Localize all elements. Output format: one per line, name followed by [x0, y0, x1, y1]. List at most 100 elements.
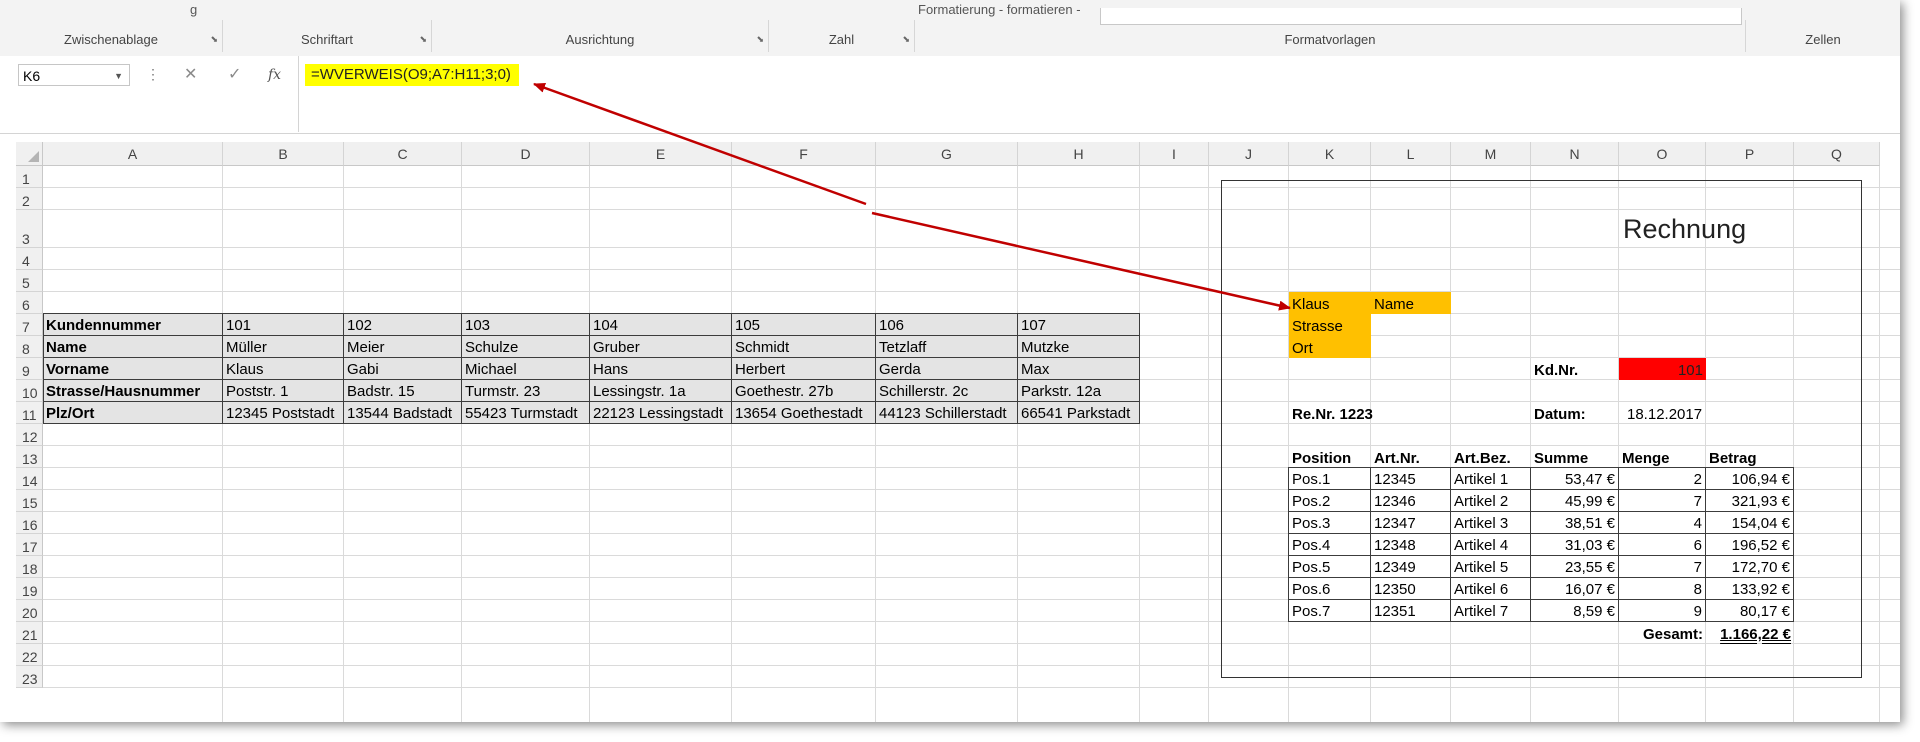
customer-table-cell[interactable]: 44123 Schillerstadt	[876, 402, 1018, 424]
invoice-item-cell[interactable]: Artikel 6	[1451, 578, 1531, 600]
invoice-item-cell[interactable]: 12348	[1371, 534, 1451, 556]
column-header-l[interactable]: L	[1371, 142, 1451, 166]
cancel-icon[interactable]: ✕	[184, 64, 197, 86]
invoice-item-cell[interactable]: 12346	[1371, 490, 1451, 512]
column-header-c[interactable]: C	[344, 142, 462, 166]
customer-table-cell[interactable]: Hans	[590, 358, 732, 380]
invoice-header[interactable]: Position	[1289, 446, 1371, 468]
column-header-k[interactable]: K	[1289, 142, 1371, 166]
customer-table-cell[interactable]: Schillerstr. 2c	[876, 380, 1018, 402]
invoice-item-cell[interactable]: 45,99 €	[1531, 490, 1619, 512]
customer-table-cell[interactable]: Lessingstr. 1a	[590, 380, 732, 402]
invoice-item-cell[interactable]: 8,59 €	[1531, 600, 1619, 622]
customer-table-cell[interactable]: 13654 Goethestadt	[732, 402, 876, 424]
row-header-12[interactable]: 12	[16, 424, 43, 446]
customer-table-cell[interactable]: Max	[1018, 358, 1140, 380]
invoice-item-cell[interactable]: 133,92 €	[1706, 578, 1794, 600]
column-header-d[interactable]: D	[462, 142, 590, 166]
invoice-item-cell[interactable]: 53,47 €	[1531, 468, 1619, 490]
date-value[interactable]: 18.12.2017	[1619, 402, 1706, 424]
column-header-e[interactable]: E	[590, 142, 732, 166]
customer-table-cell[interactable]: Poststr. 1	[223, 380, 344, 402]
insert-function-icon[interactable]: fx	[268, 64, 281, 86]
row-header-7[interactable]: 7	[16, 314, 43, 336]
invoice-item-cell[interactable]: Pos.7	[1289, 600, 1371, 622]
column-header-g[interactable]: G	[876, 142, 1018, 166]
row-header-11[interactable]: 11	[16, 402, 43, 424]
row-header-23[interactable]: 23	[16, 666, 43, 688]
column-header-m[interactable]: M	[1451, 142, 1531, 166]
invoice-item-cell[interactable]: 6	[1619, 534, 1706, 556]
invoice-header[interactable]: Art.Nr.	[1371, 446, 1451, 468]
row-header-13[interactable]: 13	[16, 446, 43, 468]
invoice-header[interactable]: Summe	[1531, 446, 1619, 468]
kdnr-label[interactable]: Kd.Nr.	[1531, 358, 1619, 380]
invoice-item-cell[interactable]: Pos.3	[1289, 512, 1371, 534]
customer-table-cell[interactable]: Meier	[344, 336, 462, 358]
customer-table-cell[interactable]: Goethestr. 27b	[732, 380, 876, 402]
invoice-item-cell[interactable]: Artikel 2	[1451, 490, 1531, 512]
invoice-item-cell[interactable]: 80,17 €	[1706, 600, 1794, 622]
row-header-20[interactable]: 20	[16, 600, 43, 622]
column-header-n[interactable]: N	[1531, 142, 1619, 166]
customer-table-cell[interactable]: 101	[223, 314, 344, 336]
invoice-item-cell[interactable]: 12345	[1371, 468, 1451, 490]
invoice-item-cell[interactable]: 106,94 €	[1706, 468, 1794, 490]
invoice-header[interactable]: Menge	[1619, 446, 1706, 468]
ribbon-style-gallery[interactable]	[1100, 8, 1742, 25]
row-header-1[interactable]: 1	[16, 166, 43, 188]
invoice-item-cell[interactable]: Artikel 1	[1451, 468, 1531, 490]
invoice-item-cell[interactable]: 23,55 €	[1531, 556, 1619, 578]
invoice-item-cell[interactable]: 154,04 €	[1706, 512, 1794, 534]
customer-table-cell[interactable]: 13544 Badstadt	[344, 402, 462, 424]
customer-table-cell[interactable]: 66541 Parkstadt	[1018, 402, 1140, 424]
worksheet-grid[interactable]: A B C D E F G H I J K L M N O P Q 1 2 3 4 5 6 7 8 9 10 11 12 13 14 15 16…	[0, 142, 1900, 722]
invoice-number[interactable]: Re.Nr. 1223	[1289, 402, 1451, 424]
column-header-i[interactable]: I	[1140, 142, 1209, 166]
row-header-5[interactable]: 5	[16, 270, 43, 292]
row-header-21[interactable]: 21	[16, 622, 43, 644]
invoice-item-cell[interactable]: 321,93 €	[1706, 490, 1794, 512]
name-box[interactable]: K6 ▼	[18, 64, 130, 86]
invoice-item-cell[interactable]: 16,07 €	[1531, 578, 1619, 600]
customer-table-cell[interactable]: 55423 Turmstadt	[462, 402, 590, 424]
customer-table-cell[interactable]: Gabi	[344, 358, 462, 380]
customer-table-label[interactable]: Name	[43, 336, 223, 358]
address-value[interactable]: Strasse	[1289, 314, 1371, 336]
customer-table-cell[interactable]: Mutzke	[1018, 336, 1140, 358]
invoice-header[interactable]: Betrag	[1706, 446, 1794, 468]
more-icon[interactable]: ⋮	[146, 66, 160, 83]
invoice-item-cell[interactable]: 12349	[1371, 556, 1451, 578]
select-all-button[interactable]	[16, 142, 43, 166]
row-header-19[interactable]: 19	[16, 578, 43, 600]
dialog-launcher-icon[interactable]: ⬊	[419, 34, 427, 45]
invoice-item-cell[interactable]: 7	[1619, 556, 1706, 578]
invoice-item-cell[interactable]: 8	[1619, 578, 1706, 600]
customer-table-cell[interactable]: Müller	[223, 336, 344, 358]
customer-table-label[interactable]: Kundennummer	[43, 314, 223, 336]
total-value[interactable]: 1.166,22 €	[1706, 622, 1794, 644]
customer-table-cell[interactable]: 107	[1018, 314, 1140, 336]
customer-table-cell[interactable]: Schulze	[462, 336, 590, 358]
customer-table-label[interactable]: Vorname	[43, 358, 223, 380]
customer-table-cell[interactable]: 103	[462, 314, 590, 336]
invoice-item-cell[interactable]: Artikel 5	[1451, 556, 1531, 578]
customer-table-cell[interactable]: Klaus	[223, 358, 344, 380]
invoice-header[interactable]: Art.Bez.	[1451, 446, 1531, 468]
customer-table-cell[interactable]: Gerda	[876, 358, 1018, 380]
dialog-launcher-icon[interactable]: ⬊	[756, 34, 764, 45]
invoice-item-cell[interactable]: Pos.6	[1289, 578, 1371, 600]
invoice-item-cell[interactable]: 4	[1619, 512, 1706, 534]
invoice-item-cell[interactable]: Pos.4	[1289, 534, 1371, 556]
customer-table-cell[interactable]: 105	[732, 314, 876, 336]
column-header-b[interactable]: B	[223, 142, 344, 166]
customer-table-cell[interactable]: Schmidt	[732, 336, 876, 358]
invoice-item-cell[interactable]: 12350	[1371, 578, 1451, 600]
row-header-15[interactable]: 15	[16, 490, 43, 512]
date-label[interactable]: Datum:	[1531, 402, 1619, 424]
invoice-item-cell[interactable]: 196,52 €	[1706, 534, 1794, 556]
row-header-22[interactable]: 22	[16, 644, 43, 666]
column-header-h[interactable]: H	[1018, 142, 1140, 166]
invoice-item-cell[interactable]: 2	[1619, 468, 1706, 490]
address-value[interactable]: Ort	[1289, 336, 1371, 358]
